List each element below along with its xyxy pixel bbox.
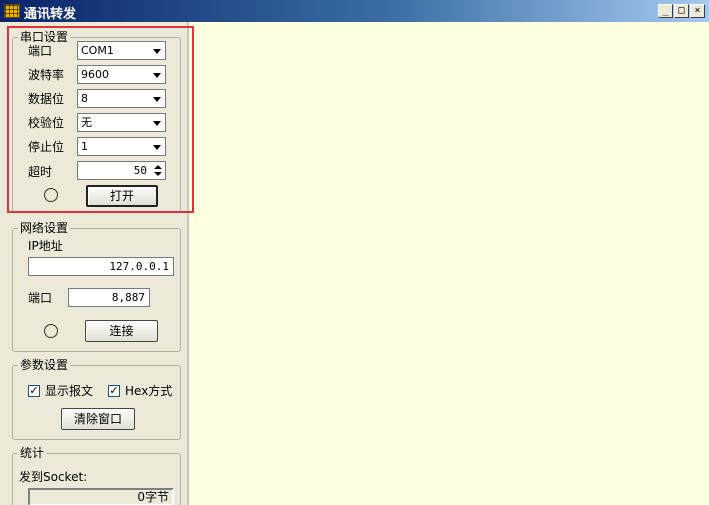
parity-select-value: 无: [81, 116, 92, 129]
params-settings-group: 参数设置 ✓ 显示报文 ✓ Hex方式 清除窗口: [12, 358, 181, 440]
baud-select-value: 9600: [81, 68, 109, 81]
hex-mode-label: Hex方式: [125, 384, 173, 398]
open-port-button[interactable]: 打开: [86, 185, 158, 207]
net-port-label: 端口: [28, 291, 53, 305]
settings-panel: 串口设置 端口 COM1 波特率 9600 数据位 8 校验位 无 停止位 1 …: [0, 22, 187, 505]
sent-bytes-counter: 0字节: [28, 488, 174, 505]
network-group-title: 网络设置: [18, 221, 71, 235]
databits-select-value: 8: [81, 92, 88, 105]
message-log-area[interactable]: [187, 22, 709, 505]
parity-select[interactable]: 无: [77, 113, 166, 132]
stopbits-label: 停止位: [28, 140, 65, 154]
parity-label: 校验位: [28, 116, 65, 130]
serial-status-indicator: [44, 188, 58, 202]
ip-address-field[interactable]: 127.0.0.1: [28, 257, 174, 276]
spin-down-icon[interactable]: [154, 172, 162, 176]
stopbits-select-value: 1: [81, 140, 88, 153]
baud-select[interactable]: 9600: [77, 65, 166, 84]
show-message-checkbox[interactable]: ✓: [28, 385, 40, 397]
clear-window-button[interactable]: 清除窗口: [61, 408, 135, 430]
chevron-down-icon: [153, 97, 161, 102]
baud-label: 波特率: [28, 68, 65, 82]
ip-address-value: 127.0.0.1: [109, 260, 169, 273]
maximize-button[interactable]: □: [674, 4, 689, 18]
spin-up-icon[interactable]: [154, 165, 162, 169]
minimize-button[interactable]: _: [658, 4, 673, 18]
stopbits-select[interactable]: 1: [77, 137, 166, 156]
chevron-down-icon: [153, 73, 161, 78]
timeout-stepper[interactable]: 50: [77, 161, 166, 180]
stats-group: 统计 发到Socket: 0字节: [12, 446, 181, 505]
hex-mode-checkbox[interactable]: ✓: [108, 385, 120, 397]
port-label: 端口: [28, 44, 53, 58]
stats-group-title: 统计: [18, 446, 47, 460]
timeout-label: 超时: [28, 165, 53, 179]
show-message-label: 显示报文: [45, 384, 94, 398]
port-select[interactable]: COM1: [77, 41, 166, 60]
params-group-title: 参数设置: [18, 358, 71, 372]
chevron-down-icon: [153, 49, 161, 54]
chevron-down-icon: [153, 121, 161, 126]
net-port-value: 8,887: [111, 291, 145, 304]
serial-settings-group: 串口设置 端口 COM1 波特率 9600 数据位 8 校验位 无 停止位 1 …: [12, 30, 181, 212]
window-title: 通讯转发: [24, 7, 77, 22]
databits-label: 数据位: [28, 92, 65, 106]
sent-to-socket-label: 发到Socket:: [19, 470, 88, 484]
ip-label: IP地址: [28, 239, 63, 253]
net-port-field[interactable]: 8,887: [68, 288, 150, 307]
connect-button[interactable]: 连接: [85, 320, 158, 342]
title-bar[interactable]: 通讯转发 _ □ ×: [0, 0, 709, 22]
network-status-indicator: [44, 324, 58, 338]
close-button[interactable]: ×: [690, 4, 705, 18]
databits-select[interactable]: 8: [77, 89, 166, 108]
app-grid-icon: [4, 4, 20, 18]
chevron-down-icon: [153, 145, 161, 150]
port-select-value: COM1: [81, 44, 114, 57]
network-settings-group: 网络设置 IP地址 127.0.0.1 端口 8,887 连接: [12, 221, 181, 352]
timeout-value: 50: [133, 164, 147, 177]
serial-group-title: 串口设置: [18, 30, 71, 44]
